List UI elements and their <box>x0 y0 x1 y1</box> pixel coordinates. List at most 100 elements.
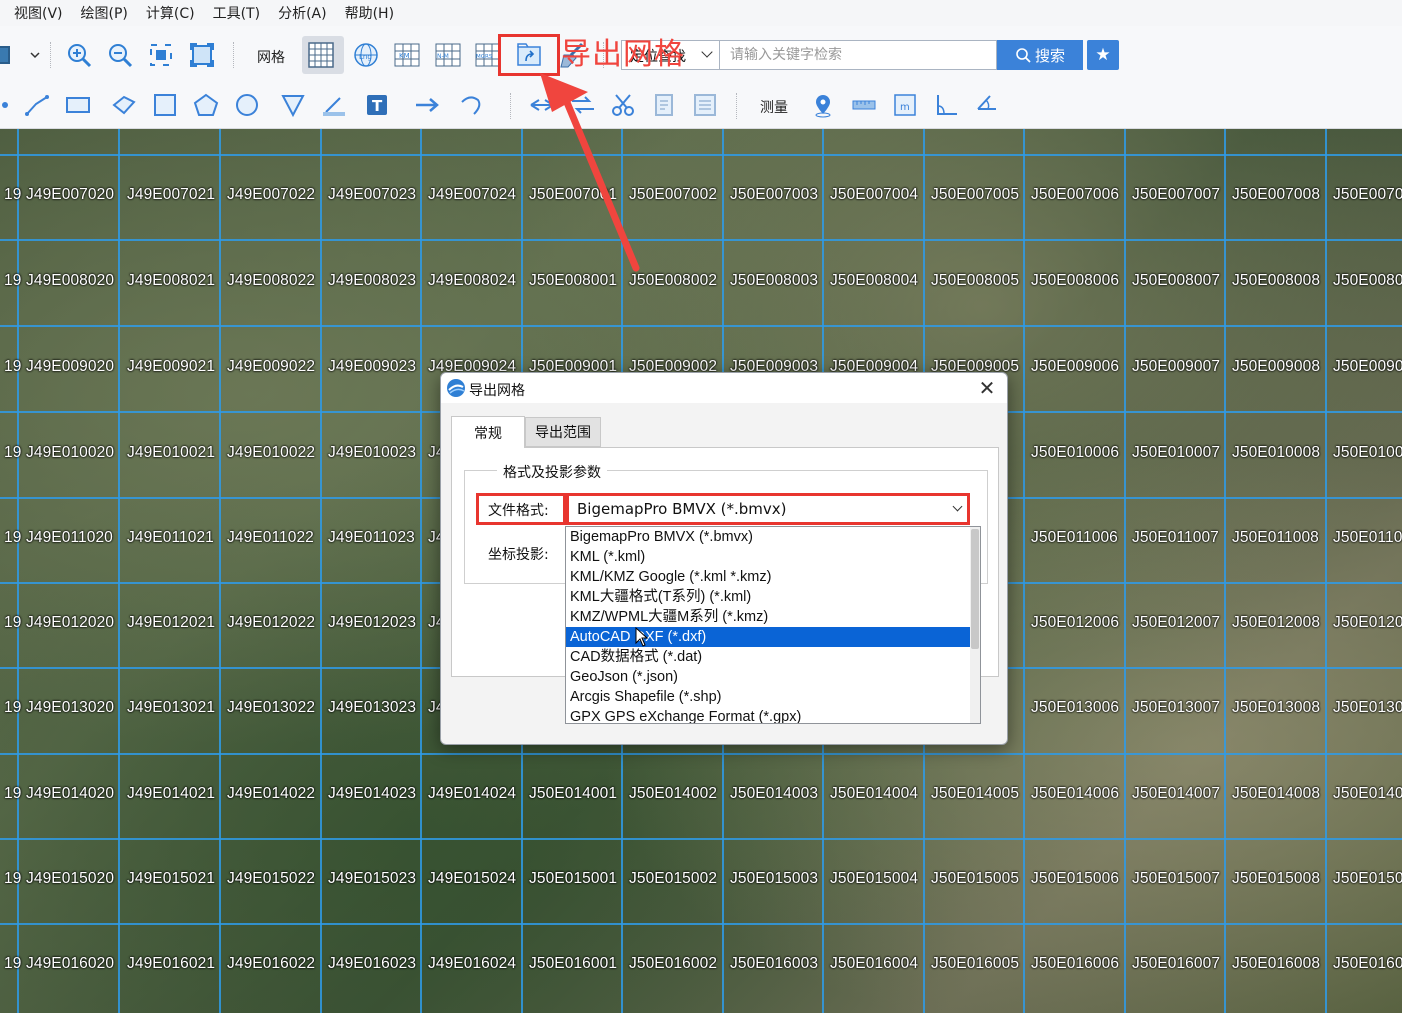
copy-icon[interactable] <box>647 88 681 122</box>
grid-line-horizontal <box>0 838 1402 840</box>
format-dropdown-list[interactable]: GPX GPS eXchange Format (*.gpx) Arcgis Sh… <box>565 526 981 724</box>
grid-label: 网格 <box>257 50 285 66</box>
grid-cell-label: J49E009023 <box>328 358 417 375</box>
grid-cell-label: 19 <box>4 614 22 631</box>
triangle-tool-icon[interactable] <box>276 88 310 122</box>
rectangle-tool-icon[interactable] <box>61 88 95 122</box>
curve-tool-icon[interactable] <box>455 88 489 122</box>
grid-cell-label: J49E009022 <box>227 358 316 375</box>
grid-cell-label: J50E008001 <box>529 272 618 289</box>
format-option[interactable]: BigemapPro BMVX (*.bmvx) <box>566 527 972 547</box>
zoom-extent-icon[interactable] <box>144 38 178 72</box>
menu-view[interactable]: 视图(V) <box>14 3 63 23</box>
full-extent-icon[interactable] <box>185 38 219 72</box>
grid-cell-label: J50E010008 <box>1232 444 1321 461</box>
grid-cell-label: J50E014008 <box>1232 785 1321 802</box>
format-option[interactable]: KML大疆格式(T系列) (*.kml) <box>566 587 972 607</box>
projection-label: 坐标投影: <box>488 547 549 563</box>
grid-cell-label: J50E007006 <box>1031 186 1120 203</box>
menu-help[interactable]: 帮助(H) <box>345 3 394 23</box>
grid-icon[interactable] <box>304 38 338 72</box>
chevron-down-icon[interactable] <box>18 38 52 72</box>
grid-cell-label: J49E013023 <box>328 699 417 716</box>
search-button[interactable]: 搜索 <box>997 40 1083 70</box>
nm-grid-icon[interactable]: N-M <box>431 38 465 72</box>
scissors-icon[interactable] <box>606 88 640 122</box>
grid-cell-label: J49E010022 <box>227 444 316 461</box>
grid-cell-label: J50E010006 <box>1031 444 1120 461</box>
grid-cell-label: J50E016007 <box>1132 955 1221 972</box>
grid-cell-label: J49E012023 <box>328 614 417 631</box>
format-option[interactable]: KML (*.kml) <box>566 547 972 567</box>
menu-calculate[interactable]: 计算(C) <box>146 3 195 23</box>
area-measure-icon[interactable]: m <box>888 88 922 122</box>
grid-cell-label: J49E008021 <box>127 272 216 289</box>
grid-cell-label: J49E011021 <box>127 529 214 546</box>
azimuth-measure-icon[interactable] <box>970 88 1004 122</box>
ruler-edit-icon[interactable] <box>317 88 351 122</box>
polyline-tool-icon[interactable] <box>20 88 54 122</box>
angle-measure-icon[interactable] <box>929 88 963 122</box>
km-grid-icon[interactable]: KM <box>390 38 424 72</box>
point-tool-icon[interactable] <box>0 88 22 122</box>
grid-line-vertical <box>1224 129 1226 1013</box>
arrow-tool-icon[interactable] <box>410 88 444 122</box>
grid-cell-label: 19 <box>4 358 22 375</box>
grid-line-vertical <box>1124 129 1126 1013</box>
menu-analysis[interactable]: 分析(A) <box>278 3 327 23</box>
circle-tool-icon[interactable] <box>230 88 264 122</box>
grid-cell-label: J50E008007 <box>1132 272 1221 289</box>
export-grid-annotation: 导出网格 <box>561 37 685 72</box>
grid-cell-label: J50E012007 <box>1132 614 1221 631</box>
grid-line-vertical <box>1325 129 1327 1013</box>
lnglat-grid-icon[interactable]: Lng <box>349 38 383 72</box>
format-option[interactable]: Arcgis Shapefile (*.shp) <box>566 687 972 707</box>
grid-cell-label: J50E0140 <box>1333 785 1402 802</box>
format-option[interactable]: GeoJson (*.json) <box>566 667 972 687</box>
layer-switch-icon[interactable] <box>0 38 20 72</box>
grid-cell-label: J49E011020 <box>26 529 113 546</box>
format-option[interactable]: GPX GPS eXchange Format (*.gpx) <box>566 707 972 723</box>
dropdown-scrollbar[interactable] <box>970 527 980 723</box>
text-tool-icon[interactable]: T <box>360 88 394 122</box>
grid-cell-label: J50E009006 <box>1031 358 1120 375</box>
format-option[interactable]: KML/KMZ Google (*.kml *.kmz) <box>566 567 972 587</box>
grid-cell-label: J49E015021 <box>127 870 216 887</box>
search-input[interactable] <box>719 40 997 70</box>
grid-cell-label: J50E007008 <box>1232 186 1321 203</box>
grid-cell-label: J49E015020 <box>26 870 115 887</box>
distance-ruler-icon[interactable] <box>847 88 881 122</box>
export-grid-highlight-box <box>498 34 560 76</box>
grid-cell-label: J50E008003 <box>730 272 819 289</box>
split-tool-icon[interactable] <box>525 88 559 122</box>
format-option[interactable]: AutoCAD DXF (*.dxf) <box>566 627 972 647</box>
grid-cell-label: J50E011008 <box>1232 529 1319 546</box>
dropdown-scrollbar-thumb[interactable] <box>971 529 979 649</box>
grid-cell-label: 19 <box>4 870 22 887</box>
attribute-table-icon[interactable] <box>688 88 722 122</box>
merge-tool-icon[interactable] <box>566 88 600 122</box>
format-option[interactable]: CAD数据格式 (*.dat) <box>566 647 972 667</box>
zoom-out-icon[interactable] <box>103 38 137 72</box>
grid-cell-label: J50E0130 <box>1333 699 1402 716</box>
menu-draw[interactable]: 绘图(P) <box>81 3 128 23</box>
square-tool-icon[interactable] <box>148 88 182 122</box>
tab-export-range[interactable]: 导出范围 <box>525 417 601 447</box>
grid-cell-label: J49E010023 <box>328 444 417 461</box>
grid-cell-label: 19 <box>4 444 22 461</box>
zoom-in-icon[interactable] <box>62 38 96 72</box>
format-select[interactable]: BigemapPro BMVX (*.bmvx) <box>566 493 970 525</box>
menu-tools[interactable]: 工具(T) <box>213 3 260 23</box>
format-option[interactable]: KMZ/WPML大疆M系列 (*.kmz) <box>566 607 972 627</box>
svg-text:m: m <box>900 102 910 113</box>
tab-general[interactable]: 常规 <box>451 416 525 448</box>
close-button[interactable]: ✕ <box>975 376 999 400</box>
grid-cell-label: J49E008022 <box>227 272 316 289</box>
favorite-button[interactable]: ★ <box>1087 40 1119 70</box>
dialog-titlebar[interactable]: 导出网格 ✕ <box>441 373 1007 403</box>
location-pin-icon[interactable] <box>806 88 840 122</box>
grid-cell-label: J50E013007 <box>1132 699 1221 716</box>
grid-cell-label: J49E014024 <box>428 785 517 802</box>
diamond-tool-icon[interactable] <box>107 88 141 122</box>
pentagon-tool-icon[interactable] <box>189 88 223 122</box>
